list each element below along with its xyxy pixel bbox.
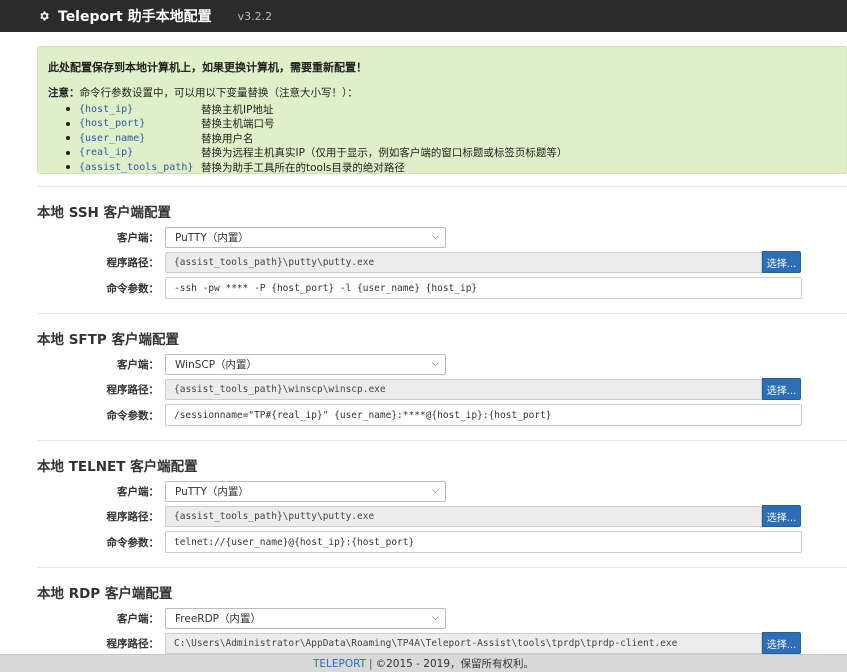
- section-divider: [37, 186, 847, 187]
- section-divider: [37, 313, 847, 314]
- variable-name: {real_ip}: [79, 147, 134, 159]
- notice-note-text: 命令行参数设置中，可以用以下变量替换（注意大小写！）：: [79, 87, 358, 99]
- rdp-config-section: 本地 RDP 客户端配置 客户端： FreeRDP（内置） ⌵ 程序路径： C:\…: [37, 567, 847, 654]
- chevron-down-icon: ⌵: [432, 486, 439, 496]
- chevron-down-icon: ⌵: [432, 613, 439, 623]
- sftp-client-select[interactable]: WinSCP（内置） ⌵: [165, 353, 446, 375]
- client-label: 客户端：: [117, 485, 159, 498]
- args-row: 命令参数： -ssh -pw **** -P {host_port} -l {u…: [37, 277, 847, 299]
- args-row: 命令参数： /sessionname="TP#{real_ip}" {user_…: [37, 404, 847, 426]
- list-item: {real_ip} 替换为远程主机真实IP（仅用于显示，例如客户端的窗口标题或标签…: [66, 146, 834, 161]
- path-row: 程序路径： {assist_tools_path}\putty\putty.ex…: [37, 505, 847, 527]
- ssh-config-section: 本地 SSH 客户端配置 客户端： PuTTY（内置） ⌵ 程序路径： {assi…: [37, 186, 847, 313]
- footer-copyright: ©2015 - 2019，保留所有权利。: [375, 658, 535, 670]
- selected-value: WinSCP（内置）: [175, 358, 258, 371]
- section-title: 本地 SSH 客户端配置: [37, 205, 172, 221]
- gear-icon: [38, 10, 50, 22]
- selected-value: PuTTY（内置）: [175, 231, 249, 244]
- section-title: 本地 TELNET 客户端配置: [37, 459, 198, 475]
- variable-list: {host_ip} 替换主机IP地址 {host_port} 替换主机端口号 {us…: [48, 102, 834, 175]
- list-item: {assist_tools_path} 替换为助手工具所在的tools目录的绝对路…: [66, 160, 834, 175]
- ssh-args-input[interactable]: -ssh -pw **** -P {host_port} -l {user_na…: [165, 277, 802, 299]
- client-label: 客户端：: [117, 231, 159, 244]
- sftp-path-field[interactable]: {assist_tools_path}\winscp\winscp.exe: [165, 378, 762, 400]
- rdp-path-field[interactable]: C:\Users\Administrator\AppData\Roaming\T…: [165, 632, 762, 654]
- telnet-args-input[interactable]: telnet://{user_name}@{host_ip}:{host_por…: [165, 531, 802, 553]
- notice-note-label: 注意：: [48, 87, 80, 99]
- variable-desc: 替换为助手工具所在的tools目录的绝对路径: [201, 161, 405, 174]
- notice-note: 注意：命令行参数设置中，可以用以下变量替换（注意大小写！）：: [48, 85, 834, 100]
- section-divider: [37, 440, 847, 441]
- footer-brand-link[interactable]: TELEPORT: [313, 658, 366, 670]
- args-row: 命令参数： telnet://{user_name}@{host_ip}:{ho…: [37, 531, 847, 553]
- notice-box: 此处配置保存到本地计算机上，如果更换计算机，需要重新配置！ 注意：命令行参数设置…: [37, 46, 847, 174]
- bullet-icon: [66, 150, 70, 155]
- app-title: Teleport 助手本地配置: [58, 9, 212, 25]
- variable-desc: 替换主机IP地址: [201, 103, 274, 116]
- rdp-client-select[interactable]: FreeRDP（内置） ⌵: [165, 607, 446, 629]
- bullet-icon: [66, 121, 70, 126]
- ssh-choose-button[interactable]: 选择...: [762, 251, 801, 273]
- path-label: 程序路径：: [106, 637, 160, 650]
- top-navbar: Teleport 助手本地配置 v3.2.2: [0, 0, 847, 32]
- list-item: {host_ip} 替换主机IP地址: [66, 102, 834, 117]
- variable-desc: 替换用户名: [201, 132, 254, 145]
- client-label: 客户端：: [117, 612, 159, 625]
- list-item: {host_port} 替换主机端口号: [66, 117, 834, 132]
- path-row: 程序路径： {assist_tools_path}\winscp\winscp.…: [37, 378, 847, 400]
- telnet-client-select[interactable]: PuTTY（内置） ⌵: [165, 480, 446, 502]
- variable-desc: 替换主机端口号: [201, 118, 275, 131]
- path-row: 程序路径： {assist_tools_path}\putty\putty.ex…: [37, 251, 847, 273]
- app-version: v3.2.2: [237, 9, 273, 23]
- notice-headline: 此处配置保存到本地计算机上，如果更换计算机，需要重新配置！: [48, 61, 367, 74]
- variable-desc: 替换为远程主机真实IP（仅用于显示，例如客户端的窗口标题或标签页标题等）: [201, 147, 568, 160]
- chevron-down-icon: ⌵: [432, 232, 439, 242]
- sftp-config-section: 本地 SFTP 客户端配置 客户端： WinSCP（内置） ⌵ 程序路径： {as…: [37, 313, 847, 440]
- section-title: 本地 RDP 客户端配置: [37, 586, 173, 602]
- list-item: {user_name} 替换用户名: [66, 131, 834, 146]
- path-label: 程序路径：: [106, 510, 160, 523]
- args-label: 命令参数：: [106, 282, 160, 295]
- selected-value: PuTTY（内置）: [175, 485, 249, 498]
- path-label: 程序路径：: [106, 383, 160, 396]
- sftp-args-input[interactable]: /sessionname="TP#{real_ip}" {user_name}:…: [165, 404, 802, 426]
- client-row: 客户端： PuTTY（内置） ⌵: [37, 226, 847, 248]
- bullet-icon: [66, 107, 70, 112]
- rdp-choose-button[interactable]: 选择...: [762, 632, 801, 654]
- args-label: 命令参数：: [106, 536, 160, 549]
- ssh-client-select[interactable]: PuTTY（内置） ⌵: [165, 226, 446, 248]
- footer-separator: |: [369, 657, 373, 670]
- client-row: 客户端： FreeRDP（内置） ⌵: [37, 607, 847, 629]
- client-label: 客户端：: [117, 358, 159, 371]
- path-label: 程序路径：: [106, 256, 160, 269]
- variable-name: {host_ip}: [79, 103, 134, 115]
- telnet-path-field[interactable]: {assist_tools_path}\putty\putty.exe: [165, 505, 762, 527]
- chevron-down-icon: ⌵: [432, 359, 439, 369]
- args-label: 命令参数：: [106, 409, 160, 422]
- selected-value: FreeRDP（内置）: [175, 612, 261, 625]
- variable-name: {user_name}: [79, 132, 146, 144]
- client-row: 客户端： WinSCP（内置） ⌵: [37, 353, 847, 375]
- telnet-choose-button[interactable]: 选择...: [762, 505, 801, 527]
- bullet-icon: [66, 136, 70, 141]
- bullet-icon: [66, 165, 70, 170]
- sftp-choose-button[interactable]: 选择...: [762, 378, 801, 400]
- variable-name: {host_port}: [79, 118, 146, 130]
- section-divider: [37, 567, 847, 568]
- client-row: 客户端： PuTTY（内置） ⌵: [37, 480, 847, 502]
- ssh-path-field[interactable]: {assist_tools_path}\putty\putty.exe: [165, 251, 762, 273]
- section-title: 本地 SFTP 客户端配置: [37, 332, 179, 348]
- footer: TELEPORT | ©2015 - 2019，保留所有权利。: [0, 654, 847, 672]
- config-content: 此处配置保存到本地计算机上，如果更换计算机，需要重新配置！ 注意：命令行参数设置…: [0, 32, 847, 654]
- telnet-config-section: 本地 TELNET 客户端配置 客户端： PuTTY（内置） ⌵ 程序路径： {a…: [37, 440, 847, 567]
- variable-name: {assist_tools_path}: [79, 161, 194, 173]
- path-row: 程序路径： C:\Users\Administrator\AppData\Roa…: [37, 632, 847, 654]
